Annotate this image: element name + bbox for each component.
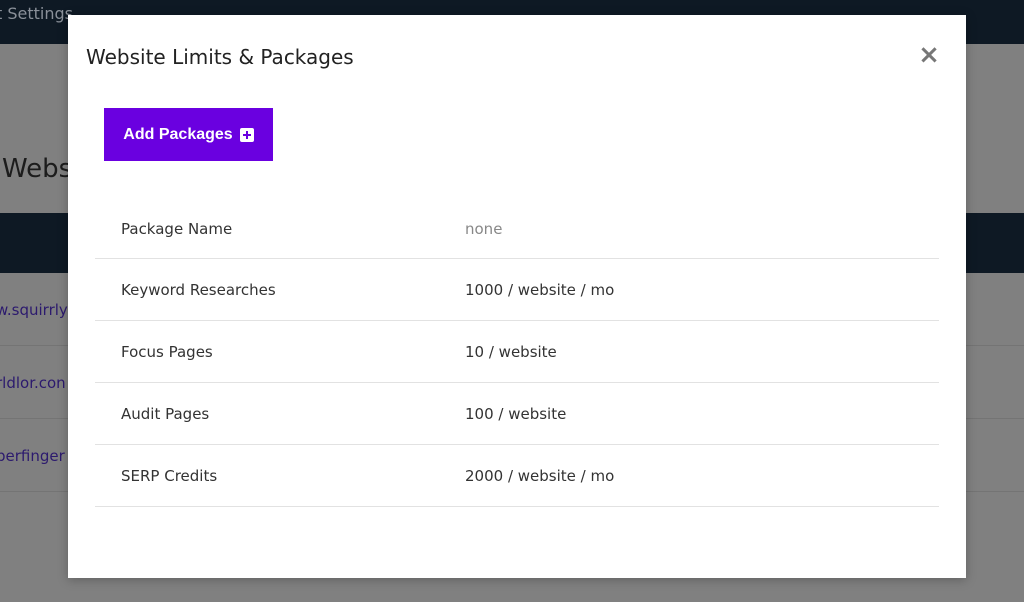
background-row-link: w.squirrly (0, 301, 68, 319)
limits-table: Package Name none Keyword Researches 100… (95, 200, 939, 507)
row-value: 10 / website (465, 342, 557, 361)
row-key: Focus Pages (121, 342, 213, 361)
row-value: 1000 / website / mo (465, 280, 615, 299)
row-key: Audit Pages (121, 404, 210, 423)
background-row-link: perfinger (0, 447, 65, 465)
modal-title: Website Limits & Packages (86, 45, 354, 69)
table-row: SERP Credits 2000 / website / mo (95, 445, 939, 507)
row-value: 2000 / website / mo (465, 466, 615, 485)
background-heading: Webs (2, 154, 73, 184)
limits-modal: Website Limits & Packages × Add Packages… (68, 15, 966, 578)
table-row: Package Name none (95, 200, 939, 259)
row-key: Package Name (121, 220, 233, 238)
table-row: Audit Pages 100 / website (95, 383, 939, 445)
background-row-link: rldlor.con (0, 374, 66, 392)
row-key: Keyword Researches (121, 280, 276, 299)
row-key: SERP Credits (121, 466, 218, 485)
page: t Settings Webs w.squirrly rldlor.con pe… (0, 0, 1024, 602)
row-value: 100 / website (465, 404, 567, 423)
table-row: Focus Pages 10 / website (95, 321, 939, 383)
background-topbar-text: t Settings (0, 4, 73, 23)
plus-square-icon (239, 127, 254, 142)
close-icon[interactable]: × (918, 42, 940, 68)
row-value: none (465, 220, 503, 238)
add-packages-label: Add Packages (123, 125, 233, 143)
add-packages-button[interactable]: Add Packages (104, 108, 273, 161)
table-row: Keyword Researches 1000 / website / mo (95, 259, 939, 321)
